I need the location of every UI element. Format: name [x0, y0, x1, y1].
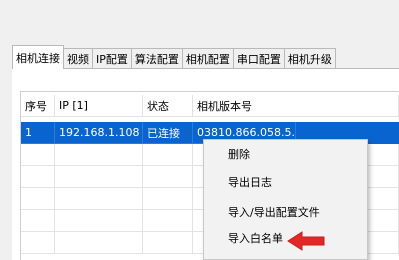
menu-item-export-log[interactable]: 导出日志: [204, 170, 367, 194]
row-status: 已连接: [143, 122, 193, 144]
tab-camera-config[interactable]: 相机配置: [181, 48, 234, 69]
table-header-row: 序号 IP [1] 状态 相机版本号: [21, 95, 399, 117]
row-ip: 192.168.1.108: [55, 122, 143, 144]
menu-item-import-export-config[interactable]: 导入/导出配置文件: [204, 200, 367, 224]
tab-algorithm-config[interactable]: 算法配置: [130, 48, 183, 69]
tab-serial-config[interactable]: 串口配置: [232, 48, 285, 69]
column-header-ip[interactable]: IP [1]: [55, 95, 143, 117]
column-header-version[interactable]: 相机版本号: [193, 95, 399, 117]
row-index: 1: [21, 122, 55, 144]
red-pointer-arrow-icon: [287, 231, 325, 251]
column-header-status[interactable]: 状态: [143, 95, 193, 117]
tab-bar: 相机连接 视频 IP配置 算法配置 相机配置 串口配置 相机升级: [12, 45, 336, 69]
tab-camera-upgrade[interactable]: 相机升级: [283, 48, 336, 69]
menu-item-delete[interactable]: 删除: [204, 142, 367, 166]
column-header-index[interactable]: 序号: [21, 95, 55, 117]
tab-video[interactable]: 视频: [63, 48, 93, 69]
tab-ip-config[interactable]: IP配置: [92, 48, 132, 69]
tab-camera-connect[interactable]: 相机连接: [12, 45, 64, 69]
